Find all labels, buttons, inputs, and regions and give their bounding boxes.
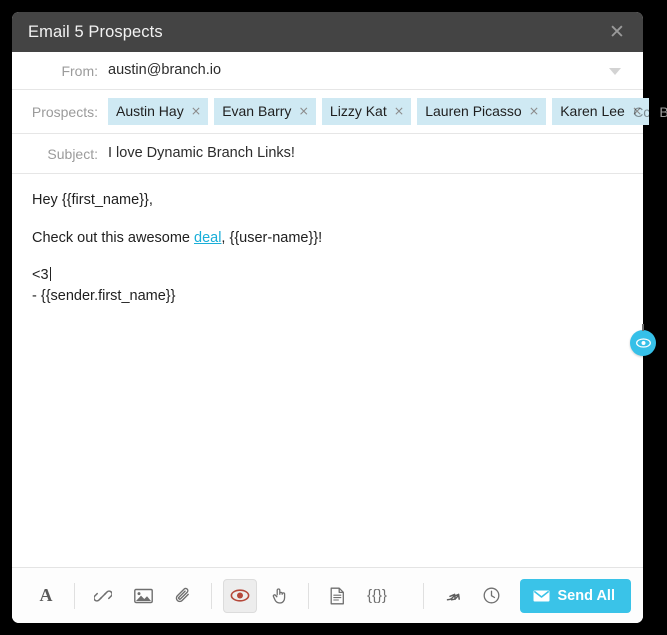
link-icon bbox=[94, 589, 112, 602]
bcc-wrap: Bcc bbox=[649, 105, 667, 119]
image-icon bbox=[133, 588, 153, 603]
modal-title: Email 5 Prospects bbox=[28, 22, 163, 41]
body-signature: - {{sender.first_name}} bbox=[32, 287, 176, 304]
from-row: From: austin@branch.io bbox=[12, 52, 643, 90]
body-paragraph: Check out this awesome deal, {{user-name… bbox=[32, 229, 623, 249]
deal-link[interactable]: deal bbox=[194, 230, 221, 246]
toolbar-divider bbox=[422, 582, 424, 609]
schedule-button[interactable] bbox=[475, 579, 509, 613]
attach-file-button[interactable] bbox=[166, 579, 200, 613]
body-signoff: <3 bbox=[32, 266, 623, 286]
bcc-link[interactable]: Bcc bbox=[659, 105, 667, 119]
toolbar-divider bbox=[211, 582, 212, 609]
toolbar-left-group: A {{}} bbox=[26, 578, 397, 613]
send-all-button[interactable]: Send All bbox=[519, 578, 631, 613]
merge-field-button[interactable]: {{}} bbox=[360, 579, 394, 613]
eye-icon bbox=[230, 589, 250, 602]
body-signoff-text: <3 bbox=[32, 267, 49, 284]
email-compose-modal: Email 5 Prospects ✕ From: austin@branch.… bbox=[12, 12, 667, 623]
template-button[interactable] bbox=[320, 579, 354, 613]
prospect-chip[interactable]: Lauren Picasso × bbox=[417, 98, 547, 125]
body-text-before-link: Check out this awesome bbox=[32, 229, 194, 246]
from-label: From: bbox=[61, 62, 98, 79]
editor-toolbar: A {{}} Send All bbox=[12, 567, 643, 623]
body-greeting: Hey {{first_name}}, bbox=[32, 192, 153, 208]
prospect-chip[interactable]: Lizzy Kat × bbox=[321, 98, 412, 125]
text-cursor bbox=[49, 267, 51, 282]
prospect-chip-label: Austin Hay bbox=[116, 103, 184, 119]
remove-chip-icon[interactable]: × bbox=[394, 104, 404, 118]
envelope-icon bbox=[533, 590, 550, 601]
undo-arrow-icon bbox=[446, 593, 460, 601]
remove-chip-icon[interactable]: × bbox=[529, 104, 539, 118]
click-tracking-button[interactable] bbox=[263, 579, 297, 613]
subject-label: Subject: bbox=[47, 145, 98, 162]
prospect-chip-label: Evan Barry bbox=[222, 103, 292, 119]
prospect-chip[interactable]: Austin Hay × bbox=[108, 98, 209, 125]
clock-icon bbox=[483, 587, 500, 604]
paperclip-icon bbox=[175, 587, 189, 602]
from-value[interactable]: austin@branch.io bbox=[108, 63, 221, 78]
subject-input[interactable]: I love Dynamic Branch Links! bbox=[108, 146, 295, 161]
modal-header: Email 5 Prospects ✕ bbox=[12, 12, 643, 52]
prospects-row: Prospects: Austin Hay × Evan Barry × Liz… bbox=[12, 90, 667, 134]
toolbar-divider bbox=[308, 582, 309, 609]
document-icon bbox=[330, 587, 344, 604]
preview-eye-badge[interactable] bbox=[630, 324, 656, 356]
prospect-chip-list: Austin Hay × Evan Barry × Lizzy Kat × La… bbox=[108, 98, 650, 125]
remove-chip-icon[interactable]: × bbox=[191, 104, 201, 118]
prospects-label: Prospects: bbox=[31, 103, 98, 120]
font-button[interactable]: A bbox=[29, 579, 63, 613]
undo-button[interactable] bbox=[435, 579, 469, 613]
body-text-after-link: , {{user-name}}! bbox=[221, 229, 323, 246]
remove-chip-icon[interactable]: × bbox=[298, 104, 308, 118]
hand-pointer-icon bbox=[272, 587, 286, 604]
prospect-chip-label: Karen Lee bbox=[560, 103, 625, 119]
insert-image-button[interactable] bbox=[126, 579, 160, 613]
prospect-chip-label: Lizzy Kat bbox=[329, 103, 387, 119]
braces-icon: {{}} bbox=[366, 587, 388, 604]
send-all-label: Send All bbox=[557, 587, 615, 604]
prospect-chip-label: Lauren Picasso bbox=[425, 103, 522, 119]
preview-toggle-button[interactable] bbox=[223, 578, 257, 613]
email-body-editor[interactable]: Hey {{first_name}}, Check out this aweso… bbox=[12, 174, 643, 564]
eye-icon bbox=[635, 338, 651, 348]
chevron-down-icon[interactable] bbox=[609, 67, 621, 75]
prospect-chip[interactable]: Evan Barry × bbox=[214, 98, 316, 125]
insert-link-button[interactable] bbox=[86, 579, 120, 613]
toolbar-right-group bbox=[432, 579, 512, 613]
cc-link[interactable]: Cc bbox=[633, 105, 650, 119]
font-icon: A bbox=[39, 585, 53, 605]
subject-row: Subject: I love Dynamic Branch Links! bbox=[12, 134, 643, 174]
toolbar-divider bbox=[74, 582, 75, 609]
close-icon[interactable]: ✕ bbox=[607, 22, 627, 42]
screen: Email 5 Prospects ✕ From: austin@branch.… bbox=[0, 0, 667, 635]
